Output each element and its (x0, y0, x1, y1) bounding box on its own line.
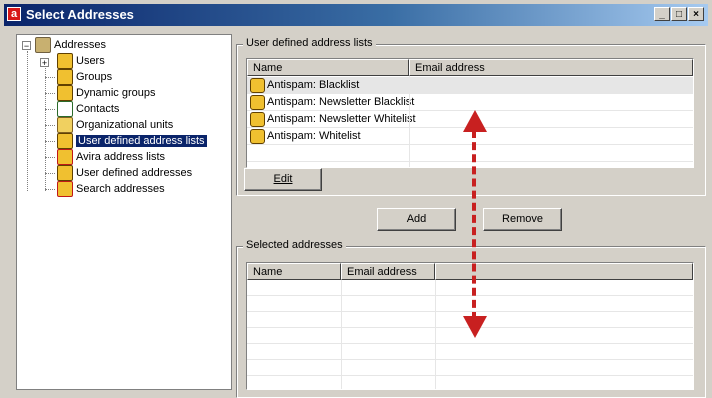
search-address-icon (57, 181, 73, 198)
annotation-double-arrow-line (472, 130, 476, 320)
annotation-arrow-up-icon (463, 110, 487, 132)
add-button[interactable]: Add (377, 208, 456, 231)
tree-item-addresses[interactable]: Addresses (35, 37, 106, 54)
address-tree[interactable]: − Addresses + Users Groups Dynamic group… (16, 34, 232, 390)
remove-button[interactable]: Remove (483, 208, 562, 231)
tree-item-dynamic-groups[interactable]: Dynamic groups (57, 85, 155, 102)
selected-table-header: Name Email address (247, 263, 693, 280)
user-lists-group-label: User defined address lists (243, 37, 376, 49)
user-lists-table-header: Name Email address (247, 59, 693, 76)
address-list-icon (250, 77, 265, 93)
column-header-email[interactable]: Email address (409, 59, 693, 76)
edit-button[interactable]: Edit (244, 168, 322, 191)
table-row[interactable]: Antispam: Blacklist (247, 77, 693, 94)
window-title: Select Addresses (26, 7, 134, 22)
tree-item-user-defined-addresses[interactable]: User defined addresses (57, 165, 192, 182)
group-icon (57, 69, 73, 86)
contacts-icon (57, 101, 73, 118)
users-icon (57, 53, 73, 70)
tree-item-avira-address-lists[interactable]: Avira address lists (57, 149, 165, 166)
maximize-button[interactable]: □ (671, 7, 687, 21)
annotation-arrow-down-icon (463, 316, 487, 338)
selected-addresses-group-label: Selected addresses (243, 239, 346, 251)
tree-item-users[interactable]: Users (57, 53, 105, 70)
tree-item-groups[interactable]: Groups (57, 69, 112, 86)
column-header-email[interactable]: Email address (341, 263, 435, 280)
address-list-icon (250, 128, 265, 144)
title-bar[interactable]: a Select Addresses _ □ × (4, 4, 708, 26)
user-address-icon (57, 165, 73, 182)
address-list-icon (250, 94, 265, 110)
tree-item-contacts[interactable]: Contacts (57, 101, 119, 118)
tree-item-search-addresses[interactable]: Search addresses (57, 181, 165, 198)
table-row-empty (247, 145, 693, 162)
dynamic-group-icon (57, 85, 73, 102)
collapse-root-toggle[interactable]: − (22, 41, 31, 51)
minimize-button[interactable]: _ (654, 7, 670, 21)
avira-umbrella-icon: a (7, 7, 21, 21)
address-book-icon (35, 37, 51, 54)
address-list-icon (57, 133, 73, 150)
tree-item-organizational-units[interactable]: Organizational units (57, 117, 173, 134)
expand-users-toggle[interactable]: + (40, 58, 49, 68)
tree-item-user-defined-address-lists[interactable]: User defined address lists (57, 133, 208, 150)
org-units-icon (57, 117, 73, 134)
close-button[interactable]: × (688, 7, 704, 21)
avira-list-icon (57, 149, 73, 166)
column-header-name[interactable]: Name (247, 59, 409, 76)
address-list-icon (250, 111, 265, 127)
column-header-name[interactable]: Name (247, 263, 341, 280)
